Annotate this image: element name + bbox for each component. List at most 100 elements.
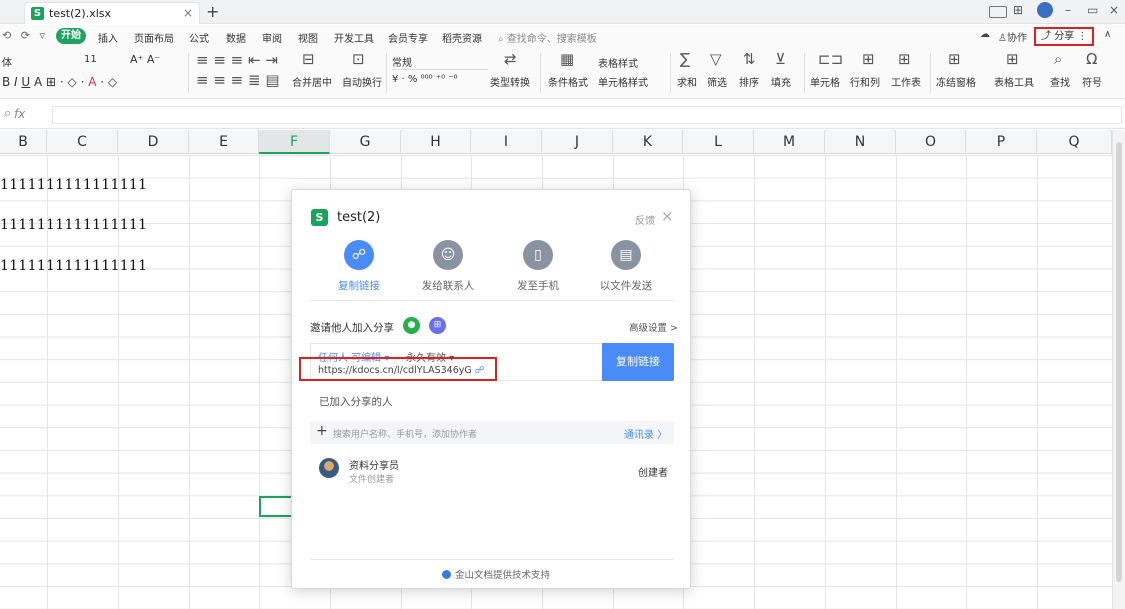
sum-button[interactable]: 求和 xyxy=(677,74,697,89)
collaborator-search[interactable]: + 搜索用户名称、手机号，添加协作者 通讯录 〉 xyxy=(310,421,674,444)
fill-button[interactable]: 填充 xyxy=(771,74,791,89)
font-size-select[interactable]: 11 xyxy=(84,54,97,65)
tab-close-icon[interactable]: × xyxy=(183,6,193,20)
merge-icon[interactable]: ⊟ xyxy=(302,50,315,68)
cell-value[interactable]: 1111111111111111 xyxy=(0,258,147,274)
option-send-file[interactable]: ▤ 以文件发送 xyxy=(586,240,666,293)
tab-page-layout[interactable]: 页面布局 xyxy=(134,30,174,45)
column-header-q[interactable]: Q xyxy=(1037,130,1112,154)
sort-icon[interactable]: ⇅ xyxy=(743,50,756,68)
cell-value[interactable]: 1111111111111111 xyxy=(0,217,147,233)
qat-dropdown-icon[interactable]: ▿ xyxy=(39,29,45,42)
close-icon[interactable]: × xyxy=(661,207,674,225)
tab-member[interactable]: 会员专享 xyxy=(388,30,428,45)
column-header-g[interactable]: G xyxy=(330,130,401,154)
copy-link-button[interactable]: 复制链接 xyxy=(602,343,674,381)
column-header-h[interactable]: H xyxy=(401,130,471,154)
find-button[interactable]: 查找 xyxy=(1050,74,1070,89)
wrap-icon[interactable]: ⊡ xyxy=(352,50,365,68)
vertical-scrollbar[interactable] xyxy=(1112,130,1125,609)
column-header-m[interactable]: M xyxy=(754,130,825,154)
column-header-n[interactable]: N xyxy=(825,130,896,154)
cell-style-button[interactable]: 单元格样式 xyxy=(598,74,648,89)
add-icon[interactable]: + xyxy=(316,423,328,439)
worksheet-button[interactable]: 工作表 xyxy=(891,74,921,89)
column-header-o[interactable]: O xyxy=(896,130,966,154)
table-tools-button[interactable]: 表格工具 xyxy=(994,74,1034,89)
share-button[interactable]: ⤴ 分享 ⋮ xyxy=(1034,27,1094,46)
filter-icon[interactable]: ▽ xyxy=(710,50,722,68)
command-search[interactable]: ⌕ 查找命令、搜索模板 xyxy=(498,30,597,45)
cell-button[interactable]: 单元格 xyxy=(810,74,840,89)
column-header-k[interactable]: K xyxy=(613,130,683,154)
sort-button[interactable]: 排序 xyxy=(739,74,759,89)
table-tools-icon[interactable]: ⊞ xyxy=(1006,50,1019,68)
undo-icon[interactable]: ⟲ xyxy=(2,29,11,42)
tab-resources[interactable]: 稻壳资源 xyxy=(442,30,482,45)
table-style-button[interactable]: 表格样式 xyxy=(598,55,638,70)
column-header-e[interactable]: E xyxy=(189,130,259,154)
column-header-f[interactable]: F xyxy=(259,130,330,154)
row-col-button[interactable]: 行和列 xyxy=(850,74,880,89)
font-name-select[interactable]: 体 xyxy=(2,54,12,69)
find-icon[interactable]: ⌕ xyxy=(1054,50,1062,68)
symbol-icon[interactable]: Ω xyxy=(1086,50,1097,68)
column-header-d[interactable]: D xyxy=(118,130,189,154)
collab-button[interactable]: ♙协作 xyxy=(998,29,1027,44)
fx-icon[interactable]: fx xyxy=(14,107,25,121)
number-format-buttons[interactable]: ¥ · % ⁰⁰⁰ ⁺⁰ ⁻⁰ xyxy=(392,74,458,85)
document-tab[interactable]: S test(2).xlsx × xyxy=(24,2,200,24)
option-copy-link[interactable]: ☍ 复制链接 xyxy=(319,240,399,293)
restore-icon[interactable]: ▭ xyxy=(1087,3,1098,17)
tab-data[interactable]: 数据 xyxy=(226,30,246,45)
freeze-panes-icon[interactable]: ⊞ xyxy=(948,50,961,68)
option-send-contact[interactable]: ☺ 发给联系人 xyxy=(408,240,488,293)
sum-icon[interactable]: ∑ xyxy=(680,50,690,68)
redo-icon[interactable]: ⟳ xyxy=(21,29,30,42)
contacts-link[interactable]: 通讯录 〉 xyxy=(624,426,667,441)
grid-apps-icon[interactable]: ⊞ xyxy=(1013,3,1023,17)
conditional-format-button[interactable]: 条件格式 xyxy=(548,74,588,89)
conditional-format-icon[interactable]: ▦ xyxy=(560,50,574,68)
filter-button[interactable]: 筛选 xyxy=(707,74,727,89)
option-send-phone[interactable]: ▯ 发至手机 xyxy=(498,240,578,293)
column-header-i[interactable]: I xyxy=(471,130,542,154)
new-tab-icon[interactable]: + xyxy=(206,2,219,21)
close-window-icon[interactable]: × xyxy=(1109,3,1119,17)
freeze-panes-button[interactable]: 冻结窗格 xyxy=(936,74,976,89)
number-format-select[interactable]: 常规 xyxy=(392,54,488,70)
column-header-l[interactable]: L xyxy=(683,130,754,154)
tab-view[interactable]: 视图 xyxy=(298,30,318,45)
symbol-button[interactable]: 符号 xyxy=(1082,74,1102,89)
account-avatar[interactable] xyxy=(1037,2,1053,18)
layout-toggle-icon[interactable] xyxy=(989,6,1007,18)
zoom-formula-icon[interactable]: ⌕ xyxy=(4,106,11,121)
type-convert-button[interactable]: 类型转换 xyxy=(490,74,530,89)
minimize-icon[interactable]: – xyxy=(1065,3,1071,17)
cell-icon[interactable]: ⊏⊐ xyxy=(818,50,843,68)
column-header-j[interactable]: J xyxy=(542,130,613,154)
tab-insert[interactable]: 插入 xyxy=(98,30,118,45)
cloud-icon[interactable]: ☁ xyxy=(980,29,990,40)
scrollbar-thumb[interactable] xyxy=(1116,142,1122,582)
worksheet-icon[interactable]: ⊞ xyxy=(898,50,911,68)
tab-review[interactable]: 审阅 xyxy=(262,30,282,45)
tab-developer[interactable]: 开发工具 xyxy=(334,30,374,45)
align-top-icon[interactable]: ≡ ≡ ≡ ⇤ ⇥ xyxy=(196,51,278,69)
wrap-text-button[interactable]: 自动换行 xyxy=(342,74,382,89)
column-header-c[interactable]: C xyxy=(47,130,118,154)
tab-formulas[interactable]: 公式 xyxy=(189,30,209,45)
column-header-b[interactable]: B xyxy=(0,130,47,154)
align-left-icon[interactable]: ≡ ≡ ≡ ≣ ▤ xyxy=(196,71,280,89)
font-style-buttons[interactable]: B I U A ⊞ · ◇ · A · ◇ xyxy=(2,75,117,89)
column-header-p[interactable]: P xyxy=(966,130,1037,154)
tab-start[interactable]: 开始 xyxy=(56,28,86,44)
formula-input[interactable] xyxy=(52,106,1122,124)
row-col-icon[interactable]: ⊞ xyxy=(862,50,875,68)
convert-icon[interactable]: ⇄ xyxy=(504,50,517,68)
font-grow-shrink[interactable]: A⁺ A⁻ xyxy=(130,53,160,66)
merge-center-button[interactable]: 合并居中 xyxy=(292,74,332,89)
collapse-ribbon-icon[interactable]: ∧ xyxy=(1104,29,1111,40)
cell-value[interactable]: 1111111111111111 xyxy=(0,177,147,193)
wechat-icon[interactable]: ● xyxy=(403,317,420,334)
